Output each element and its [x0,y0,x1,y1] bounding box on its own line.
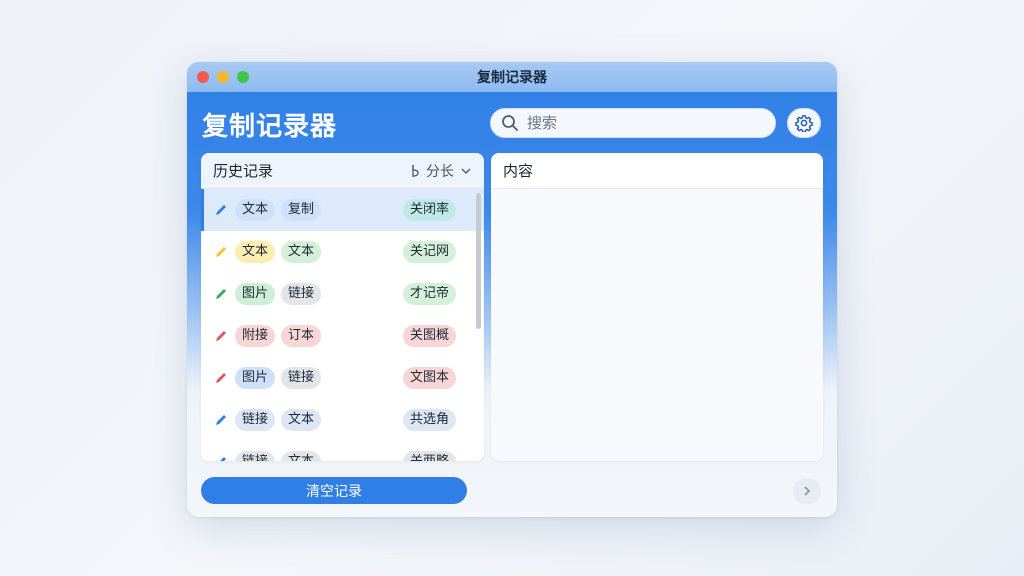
pencil-icon [216,289,226,299]
type-tag: 链接 [235,451,276,461]
action-tag: 文本 [281,409,322,431]
type-tag: 文本 [235,199,276,221]
pencil-icon [220,457,226,461]
action-tag: 链接 [281,283,322,305]
sort-icon [412,164,419,177]
status-tag: 文图本 [402,367,456,389]
close-window-button[interactable] [197,71,209,83]
window-controls [197,71,249,83]
status-tag: 共选角 [402,409,456,431]
history-list[interactable]: 文本 复制 关闭率 文本 文本 关记网 图片 链接 才记帝 附接 订本 关图概 图片 链接 文图本 链接 文本共… [201,189,484,461]
action-tag: 文本 [281,451,322,461]
action-tag: 文本 [281,241,322,263]
pencil-icon [216,205,226,215]
type-tag: 图片 [235,367,276,389]
gear-icon [795,115,813,132]
app-title: 复制记录器 [202,112,338,142]
sort-dropdown[interactable]: 分长 [410,161,472,181]
content-panel: 内容 [491,153,823,461]
history-item[interactable]: 图片 链接 才记帝 [201,273,484,315]
action-tag: 链接 [281,367,322,389]
type-tag: 附接 [235,325,276,347]
history-title: 历史记录 [213,162,274,180]
status-tag: 关记网 [402,241,456,263]
title-bar[interactable]: 复制记录器 [187,62,837,92]
status-tag: 才记帝 [402,283,456,305]
action-tag: 订本 [281,325,322,347]
maximize-window-button[interactable] [237,71,249,83]
search-box[interactable] [490,108,776,138]
type-tag: 文本 [235,241,276,263]
history-item[interactable]: 附接 订本 关图概 [201,315,484,357]
history-item[interactable]: 链接文本 关两略 [201,441,484,461]
chevron-down-icon [461,167,471,174]
content-header: 内容 [491,153,823,189]
type-tag: 图片 [235,283,276,305]
pencil-icon [216,331,226,341]
app-window: 复制记录器 复制记录器 历史记录 分长 [187,62,837,517]
window-title: 复制记录器 [477,70,547,86]
next-button[interactable] [793,478,821,504]
status-tag: 关两略 [402,451,456,461]
sort-label: 分长 [426,163,454,180]
chevron-right-icon [804,486,811,496]
history-item[interactable]: 链接 文本 共选角 [201,399,484,441]
settings-button[interactable] [787,108,821,138]
search-input[interactable] [527,114,757,132]
history-header: 历史记录 分长 [201,153,484,189]
type-tag: 链接 [235,409,276,431]
minimize-window-button[interactable] [217,71,229,83]
history-item[interactable]: 图片 链接 文图本 [201,357,484,399]
pencil-icon [216,373,226,383]
clear-history-button[interactable]: 清空记录 [201,477,467,504]
scrollbar-thumb[interactable] [476,193,481,329]
pencil-icon [216,415,226,425]
history-item[interactable]: 文本 文本 关记网 [201,231,484,273]
status-tag: 关图概 [402,325,456,347]
pencil-icon [216,247,226,257]
action-tag: 复制 [281,199,322,221]
history-item[interactable]: 文本 复制 关闭率 [201,189,484,231]
status-tag: 关闭率 [402,199,456,221]
history-panel: 历史记录 分长 文本 复制 关闭率 文本 文本 关记网 图片 链接 才记帝 附接 订本 关图概 图片 链接… [201,153,484,461]
search-icon [502,115,518,131]
